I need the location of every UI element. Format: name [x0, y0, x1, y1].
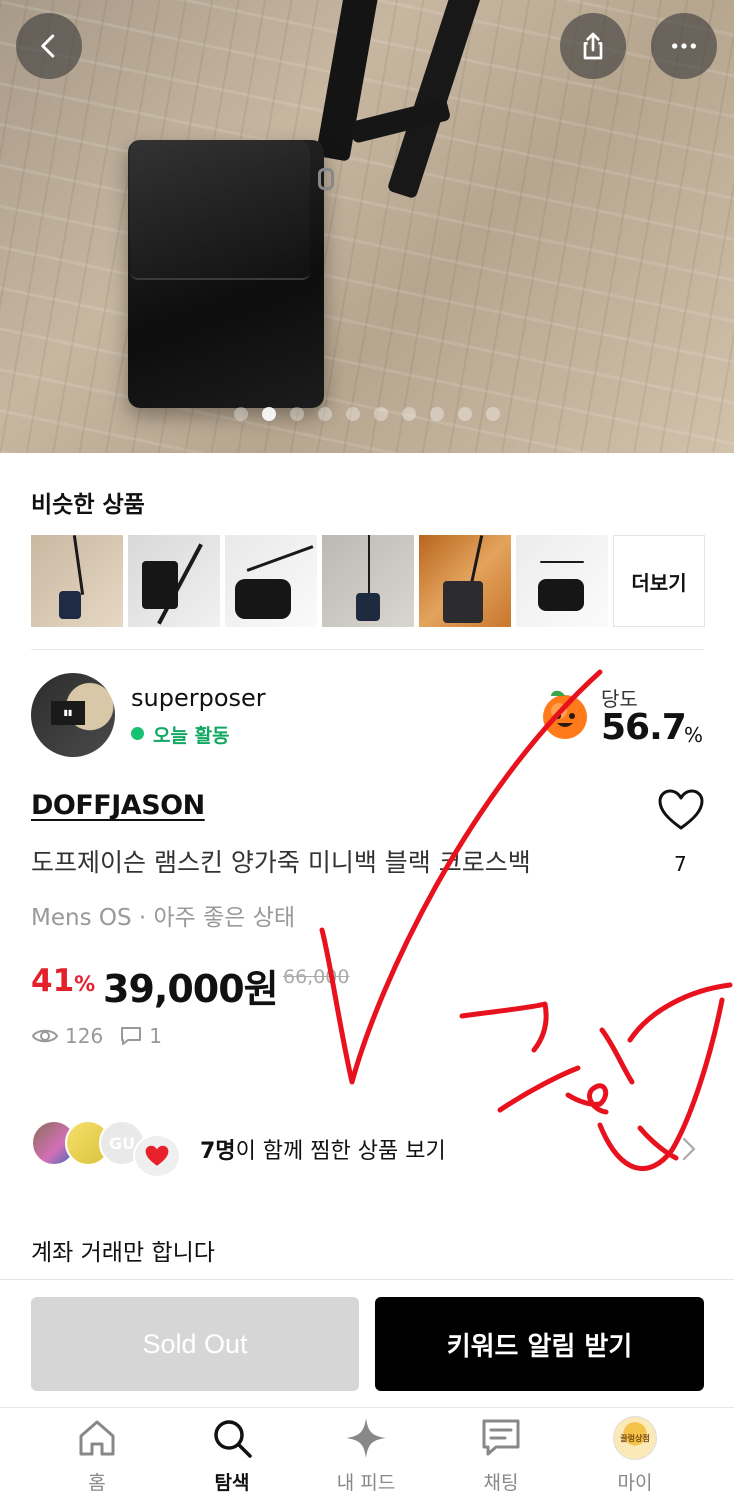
discount-unit: % [74, 972, 96, 996]
tab-home[interactable]: 홈 [47, 1416, 147, 1500]
bottom-tab-bar: 홈 탐색 내 피드 채팅 끌렁상점 마이 [0, 1407, 734, 1500]
product-image-carousel[interactable] [0, 0, 734, 453]
search-icon [214, 1420, 252, 1458]
carousel-dot [234, 407, 248, 421]
more-horizontal-icon [672, 43, 696, 49]
product-photo-ring [318, 168, 334, 190]
comment-icon [121, 1027, 142, 1045]
online-status-dot [131, 727, 144, 740]
liker-heart-badge [133, 1134, 181, 1178]
carousel-indicator [0, 407, 734, 421]
similar-product-thumbnail[interactable] [31, 535, 123, 627]
seller-activity-status: 오늘 활동 [153, 725, 230, 747]
avatar-photo-tag: ▮▮ [51, 701, 85, 725]
chevron-left-icon [41, 34, 55, 58]
bottom-action-bar: Sold Out 키워드 알림 받기 [0, 1279, 734, 1407]
tab-my-label: 마이 [617, 1472, 653, 1494]
carousel-dot [318, 407, 332, 421]
liked-count: 7명 [200, 1139, 236, 1164]
tab-home-label: 홈 [88, 1472, 106, 1494]
product-photo-bag-flap [130, 140, 310, 280]
product-title: 도프제이슨 램스킨 양가죽 미니백 블랙 크로스백 [31, 848, 531, 877]
similar-product-thumbnail[interactable] [322, 535, 414, 627]
carousel-dot [290, 407, 304, 421]
original-price: 66,000 [283, 966, 350, 988]
home-icon [79, 1420, 115, 1456]
liker-avatars[interactable]: GU [31, 1120, 181, 1178]
carousel-dot [430, 407, 444, 421]
heart-icon[interactable] [657, 788, 705, 832]
sweetness-value: 56.7 [601, 707, 687, 748]
carousel-dot [458, 407, 472, 421]
seller-avatar[interactable]: ▮▮ [31, 673, 115, 757]
like-count: 7 [674, 852, 687, 876]
tab-feed-label: 내 피드 [336, 1472, 396, 1494]
carousel-dot [402, 407, 416, 421]
my-profile-avatar: 끌렁상점 [613, 1416, 657, 1460]
product-price: 39,000원 [103, 967, 279, 1011]
share-icon [583, 32, 603, 60]
divider [31, 649, 704, 650]
carousel-dot [262, 407, 276, 421]
sparkle-icon [346, 1418, 386, 1458]
similar-product-thumbnail[interactable] [516, 535, 608, 627]
tab-my[interactable]: 끌렁상점 마이 [585, 1416, 685, 1500]
peach-mascot-icon [543, 690, 587, 739]
tab-chat[interactable]: 채팅 [451, 1416, 551, 1500]
eye-icon [31, 1029, 59, 1043]
product-stats: 126 1 [31, 1024, 162, 1048]
sold-out-button[interactable]: Sold Out [31, 1297, 359, 1391]
similar-product-thumbnail[interactable] [419, 535, 511, 627]
tab-search-label: 탐색 [214, 1472, 250, 1494]
tab-search[interactable]: 탐색 [182, 1416, 282, 1500]
sweetness-unit: % [684, 723, 704, 747]
seller-notice: 계좌 거래만 합니다 [31, 1240, 215, 1266]
tab-feed[interactable]: 내 피드 [316, 1416, 416, 1500]
carousel-dot [346, 407, 360, 421]
similar-products-row: 더보기 [31, 535, 705, 627]
carousel-dot [374, 407, 388, 421]
tab-chat-label: 채팅 [483, 1472, 519, 1494]
product-condition: Mens OS · 아주 좋은 상태 [31, 905, 296, 931]
chevron-right-icon[interactable] [680, 1136, 698, 1162]
product-brand[interactable]: DOFFJASON [31, 790, 205, 821]
carousel-dot [486, 407, 500, 421]
discount-rate: 41% [31, 963, 95, 999]
heart-filled-icon [145, 1145, 169, 1166]
discount-value: 41 [31, 963, 75, 999]
similar-product-thumbnail[interactable] [128, 535, 220, 627]
back-button[interactable] [16, 13, 82, 79]
view-count: 126 [65, 1024, 104, 1048]
seller-name[interactable]: superposer [131, 684, 266, 712]
similar-product-thumbnail[interactable] [225, 535, 317, 627]
keyword-alert-button[interactable]: 키워드 알림 받기 [375, 1297, 704, 1391]
bag-strap [386, 0, 484, 200]
liked-together-link[interactable]: 7명이 함께 찜한 상품 보기 [200, 1133, 446, 1165]
comment-count: 1 [149, 1024, 162, 1048]
chat-icon [482, 1419, 520, 1456]
liked-together-text: 이 함께 찜한 상품 보기 [235, 1139, 446, 1164]
bag-strap [348, 98, 452, 144]
share-button[interactable] [560, 13, 626, 79]
similar-products-title: 비슷한 상품 [31, 492, 145, 518]
similar-more-button[interactable]: 더보기 [613, 535, 705, 627]
more-options-button[interactable] [651, 13, 717, 79]
